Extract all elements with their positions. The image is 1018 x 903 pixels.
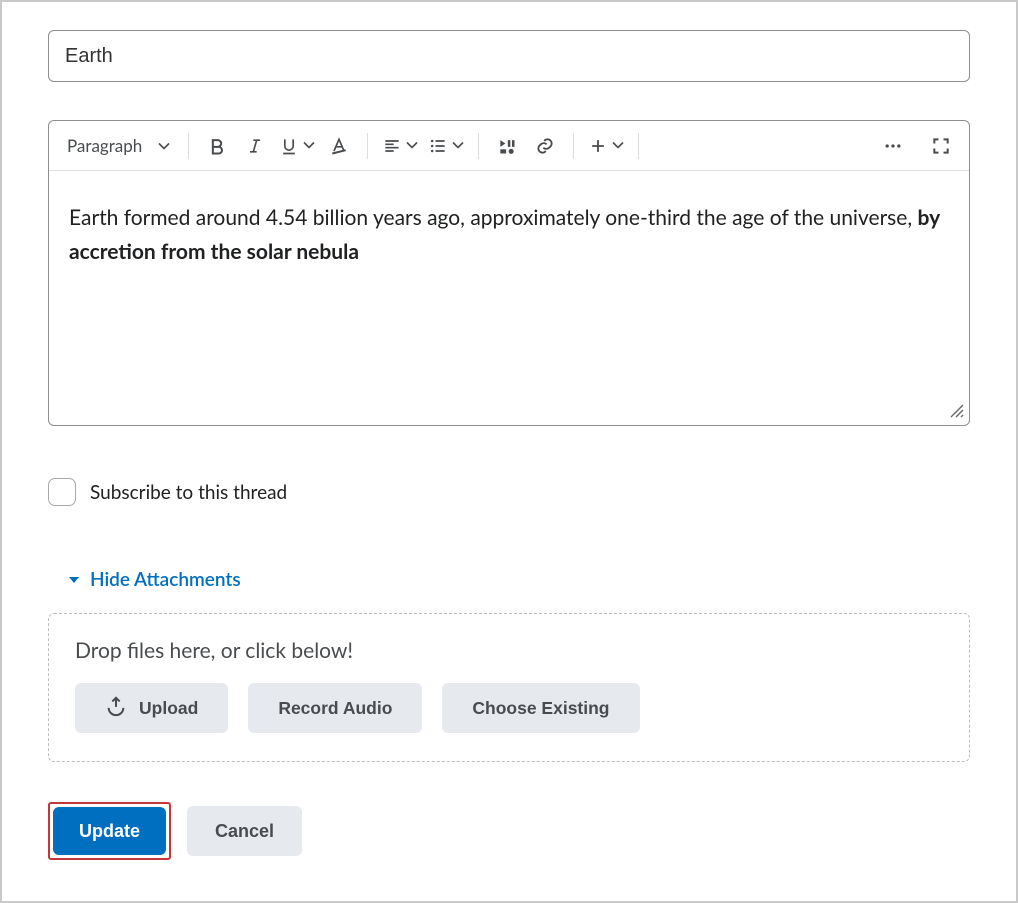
update-button-highlight: Update [48,802,171,860]
italic-button[interactable] [241,131,269,161]
choose-existing-button[interactable]: Choose Existing [442,683,639,733]
editor-content[interactable]: Earth formed around 4.54 billion years a… [49,171,969,425]
editor-toolbar: Paragraph [49,121,969,171]
dropzone-text: Drop files here, or click below! [75,638,943,663]
toolbar-separator [478,133,479,159]
record-audio-button[interactable]: Record Audio [248,683,422,733]
toolbar-separator [367,133,368,159]
toolbar-separator [188,133,189,159]
update-button[interactable]: Update [53,807,166,855]
list-button[interactable] [428,131,464,161]
record-audio-label: Record Audio [278,698,392,719]
caret-down-icon [68,568,80,591]
block-format-dropdown[interactable]: Paragraph [63,131,174,161]
chevron-down-icon [612,136,624,155]
upload-label: Upload [139,698,198,719]
subscribe-label: Subscribe to this thread [90,481,287,504]
chevron-down-icon [406,136,418,155]
editor-text: Earth formed around 4.54 billion years a… [69,205,918,230]
toolbar-separator [573,133,574,159]
hide-attachments-label: Hide Attachments [90,568,241,591]
chevron-down-icon [158,135,170,156]
upload-icon [105,695,127,722]
text-color-button[interactable] [325,131,353,161]
bold-button[interactable] [203,131,231,161]
thread-title-input[interactable] [48,30,970,82]
chevron-down-icon [303,136,315,155]
edit-thread-panel: Paragraph [0,0,1018,903]
chevron-down-icon [452,136,464,155]
toolbar-separator [638,133,639,159]
cancel-button[interactable]: Cancel [187,806,302,856]
hide-attachments-toggle[interactable]: Hide Attachments [48,568,970,591]
fullscreen-button[interactable] [927,131,955,161]
underline-button[interactable] [279,131,315,161]
align-button[interactable] [382,131,418,161]
resize-handle-icon[interactable] [949,401,965,423]
more-options-button[interactable] [879,131,907,161]
insert-link-button[interactable] [531,131,559,161]
block-format-label: Paragraph [67,135,142,156]
insert-media-button[interactable] [493,131,521,161]
insert-more-button[interactable] [588,131,624,161]
rich-text-editor: Paragraph [48,120,970,426]
subscribe-checkbox[interactable] [48,478,76,506]
choose-existing-label: Choose Existing [472,698,609,719]
upload-button[interactable]: Upload [75,683,228,733]
attachments-dropzone[interactable]: Drop files here, or click below! Upload … [48,613,970,762]
